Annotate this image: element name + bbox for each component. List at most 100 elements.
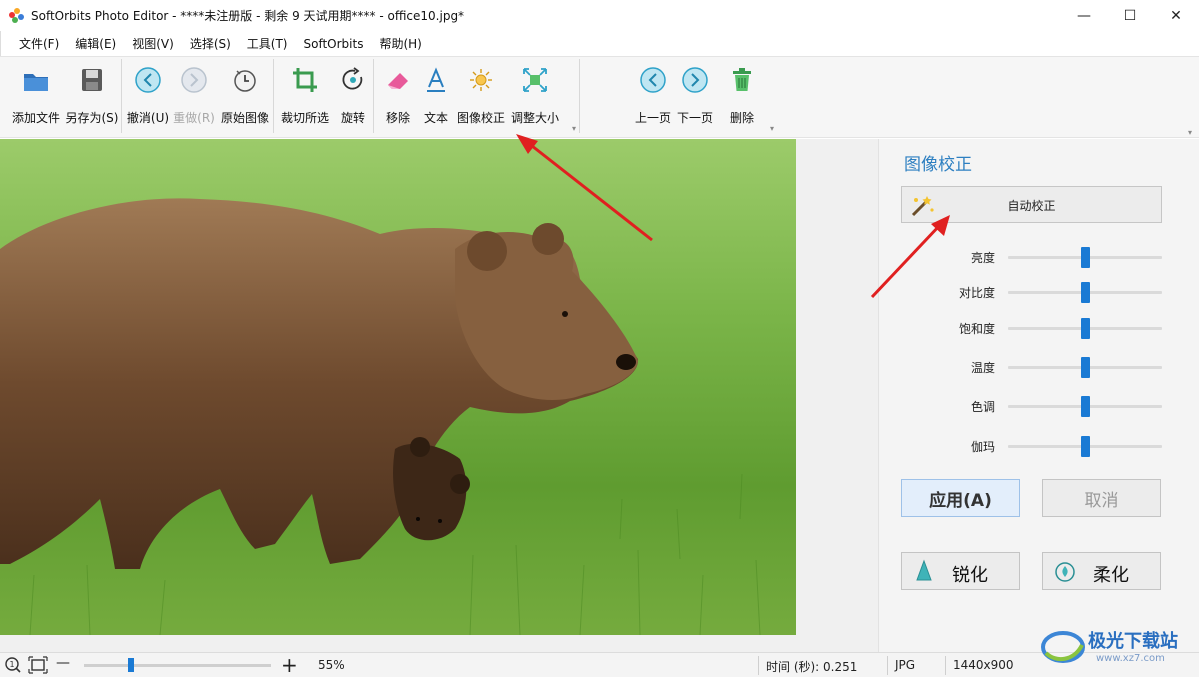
watermark-text: 极光下载站	[1088, 631, 1178, 652]
undo-button[interactable]: 撤消(U)	[124, 59, 172, 133]
resize-label: 调整大小	[510, 111, 559, 125]
toolbar: 添加文件 另存为(S) 撤消(U) 重做(R) 原始图像 裁切所选 旋转 移除 …	[0, 56, 1199, 138]
next-page-button[interactable]: 下一页	[672, 59, 718, 133]
next-icon	[682, 67, 708, 93]
slider-track[interactable]	[1008, 282, 1162, 303]
slider-row: 温度	[879, 355, 1199, 379]
watermark-url: www.xz7.com	[1096, 653, 1165, 664]
bear-illustration	[0, 139, 796, 635]
apply-button[interactable]: 应用(A)	[901, 479, 1020, 517]
menu-tools[interactable]: 工具(T)	[239, 35, 296, 52]
zoom-in-button[interactable]: +	[281, 653, 298, 677]
rotate-icon	[342, 67, 363, 90]
image-format: JPG	[895, 658, 916, 672]
slider-row: 色调	[879, 394, 1199, 418]
restore-clock-icon	[234, 70, 256, 92]
menu-file[interactable]: 文件(F)	[11, 35, 67, 52]
status-separator	[758, 656, 759, 675]
sharpen-label: 锐化	[952, 565, 988, 586]
window-title: SoftOrbits Photo Editor - ****未注册版 - 剩余 …	[31, 9, 465, 23]
sun-icon	[470, 69, 492, 91]
cancel-button[interactable]: 取消	[1042, 479, 1161, 517]
slider-thumb[interactable]	[1081, 282, 1090, 303]
remove-button[interactable]: 移除	[378, 59, 418, 133]
next-page-label: 下一页	[676, 111, 713, 125]
redo-button[interactable]: 重做(R)	[170, 59, 218, 133]
image-correction-button[interactable]: 图像校正	[454, 59, 508, 133]
original-image-button[interactable]: 原始图像	[218, 59, 272, 133]
resize-icon	[523, 68, 547, 92]
zoom-slider-thumb[interactable]	[127, 658, 134, 672]
slider-label: 伽玛	[970, 440, 995, 454]
menu-help[interactable]: 帮助(H)	[371, 35, 429, 52]
watermark-logo-icon	[1041, 631, 1085, 663]
add-file-button[interactable]: 添加文件	[6, 59, 66, 133]
zoom-out-button[interactable]: —	[56, 655, 70, 671]
bear-photo	[0, 139, 796, 635]
menu-softorbits[interactable]: SoftOrbits	[296, 37, 372, 51]
slider-track[interactable]	[1008, 396, 1162, 417]
crop-icon	[293, 68, 317, 92]
undo-label: 撤消(U)	[126, 111, 170, 125]
previous-page-button[interactable]: 上一页	[630, 59, 676, 133]
auto-correct-button[interactable]: 自动校正	[901, 186, 1162, 223]
zoom-fit-icon[interactable]: 1	[4, 656, 22, 674]
soften-icon	[1055, 562, 1075, 582]
delete-button[interactable]: 删除	[722, 59, 762, 133]
previous-page-label: 上一页	[634, 111, 671, 125]
rotate-label: 旋转	[340, 111, 365, 125]
title-bar: SoftOrbits Photo Editor - ****未注册版 - 剩余 …	[0, 0, 1199, 31]
slider-track[interactable]	[1008, 318, 1162, 339]
trash-icon	[733, 68, 751, 91]
slider-thumb[interactable]	[1081, 357, 1090, 378]
text-label: 文本	[423, 111, 448, 125]
toolbar-more-icon-3[interactable]: ▾	[1188, 128, 1192, 137]
auto-correct-label: 自动校正	[1007, 199, 1056, 213]
menu-select[interactable]: 选择(S)	[182, 35, 239, 52]
slider-track[interactable]	[1008, 357, 1162, 378]
previous-icon	[640, 67, 666, 93]
save-as-button[interactable]: 另存为(S)	[64, 59, 120, 133]
zoom-level: 55%	[318, 658, 345, 672]
slider-label: 亮度	[970, 251, 995, 265]
slider-track[interactable]	[1008, 247, 1162, 268]
slider-row: 饱和度	[879, 316, 1199, 340]
status-bar: 1 — + 55% 时间 (秒): 0.251 JPG 1440x900	[0, 652, 1199, 677]
slider-label: 对比度	[958, 286, 995, 300]
crop-button[interactable]: 裁切所选	[276, 59, 334, 133]
text-button[interactable]: 文本	[418, 59, 454, 133]
panel-title: 图像校正	[904, 155, 972, 175]
fit-screen-icon[interactable]	[28, 656, 48, 674]
slider-label: 温度	[970, 361, 995, 375]
app-logo-icon	[9, 7, 25, 24]
maximize-button[interactable]: ☐	[1107, 0, 1153, 31]
eraser-icon	[388, 73, 408, 89]
toolbar-group-edit: 移除 文本 图像校正 调整大小 ▾	[376, 59, 580, 133]
slider-thumb[interactable]	[1081, 247, 1090, 268]
zoom-slider[interactable]	[84, 658, 271, 672]
forward-arrow-icon	[181, 67, 207, 93]
rotate-button[interactable]: 旋转	[334, 59, 372, 133]
add-file-label: 添加文件	[11, 111, 60, 125]
sharpen-button[interactable]: 锐化	[901, 552, 1020, 590]
minimize-button[interactable]: —	[1061, 0, 1107, 31]
slider-thumb[interactable]	[1081, 318, 1090, 339]
slider-track[interactable]	[1008, 436, 1162, 457]
resize-button[interactable]: 调整大小	[508, 59, 562, 133]
soften-button[interactable]: 柔化	[1042, 552, 1161, 590]
toolbar-more-icon[interactable]: ▾	[572, 124, 576, 133]
toolbar-more-icon-2[interactable]: ▾	[770, 124, 774, 133]
menu-view[interactable]: 视图(V)	[124, 35, 182, 52]
redo-label: 重做(R)	[173, 111, 215, 125]
slider-thumb[interactable]	[1081, 436, 1090, 457]
close-button[interactable]: ✕	[1153, 0, 1199, 31]
slider-row: 亮度	[879, 245, 1199, 269]
toolbar-group-history: 撤消(U) 重做(R) 原始图像	[124, 59, 274, 133]
menu-edit[interactable]: 编辑(E)	[67, 35, 124, 52]
save-as-label: 另存为(S)	[65, 111, 119, 125]
image-canvas[interactable]	[0, 139, 878, 652]
delete-label: 删除	[729, 111, 754, 125]
status-separator	[945, 656, 946, 675]
back-arrow-icon	[135, 67, 161, 93]
slider-thumb[interactable]	[1081, 396, 1090, 417]
